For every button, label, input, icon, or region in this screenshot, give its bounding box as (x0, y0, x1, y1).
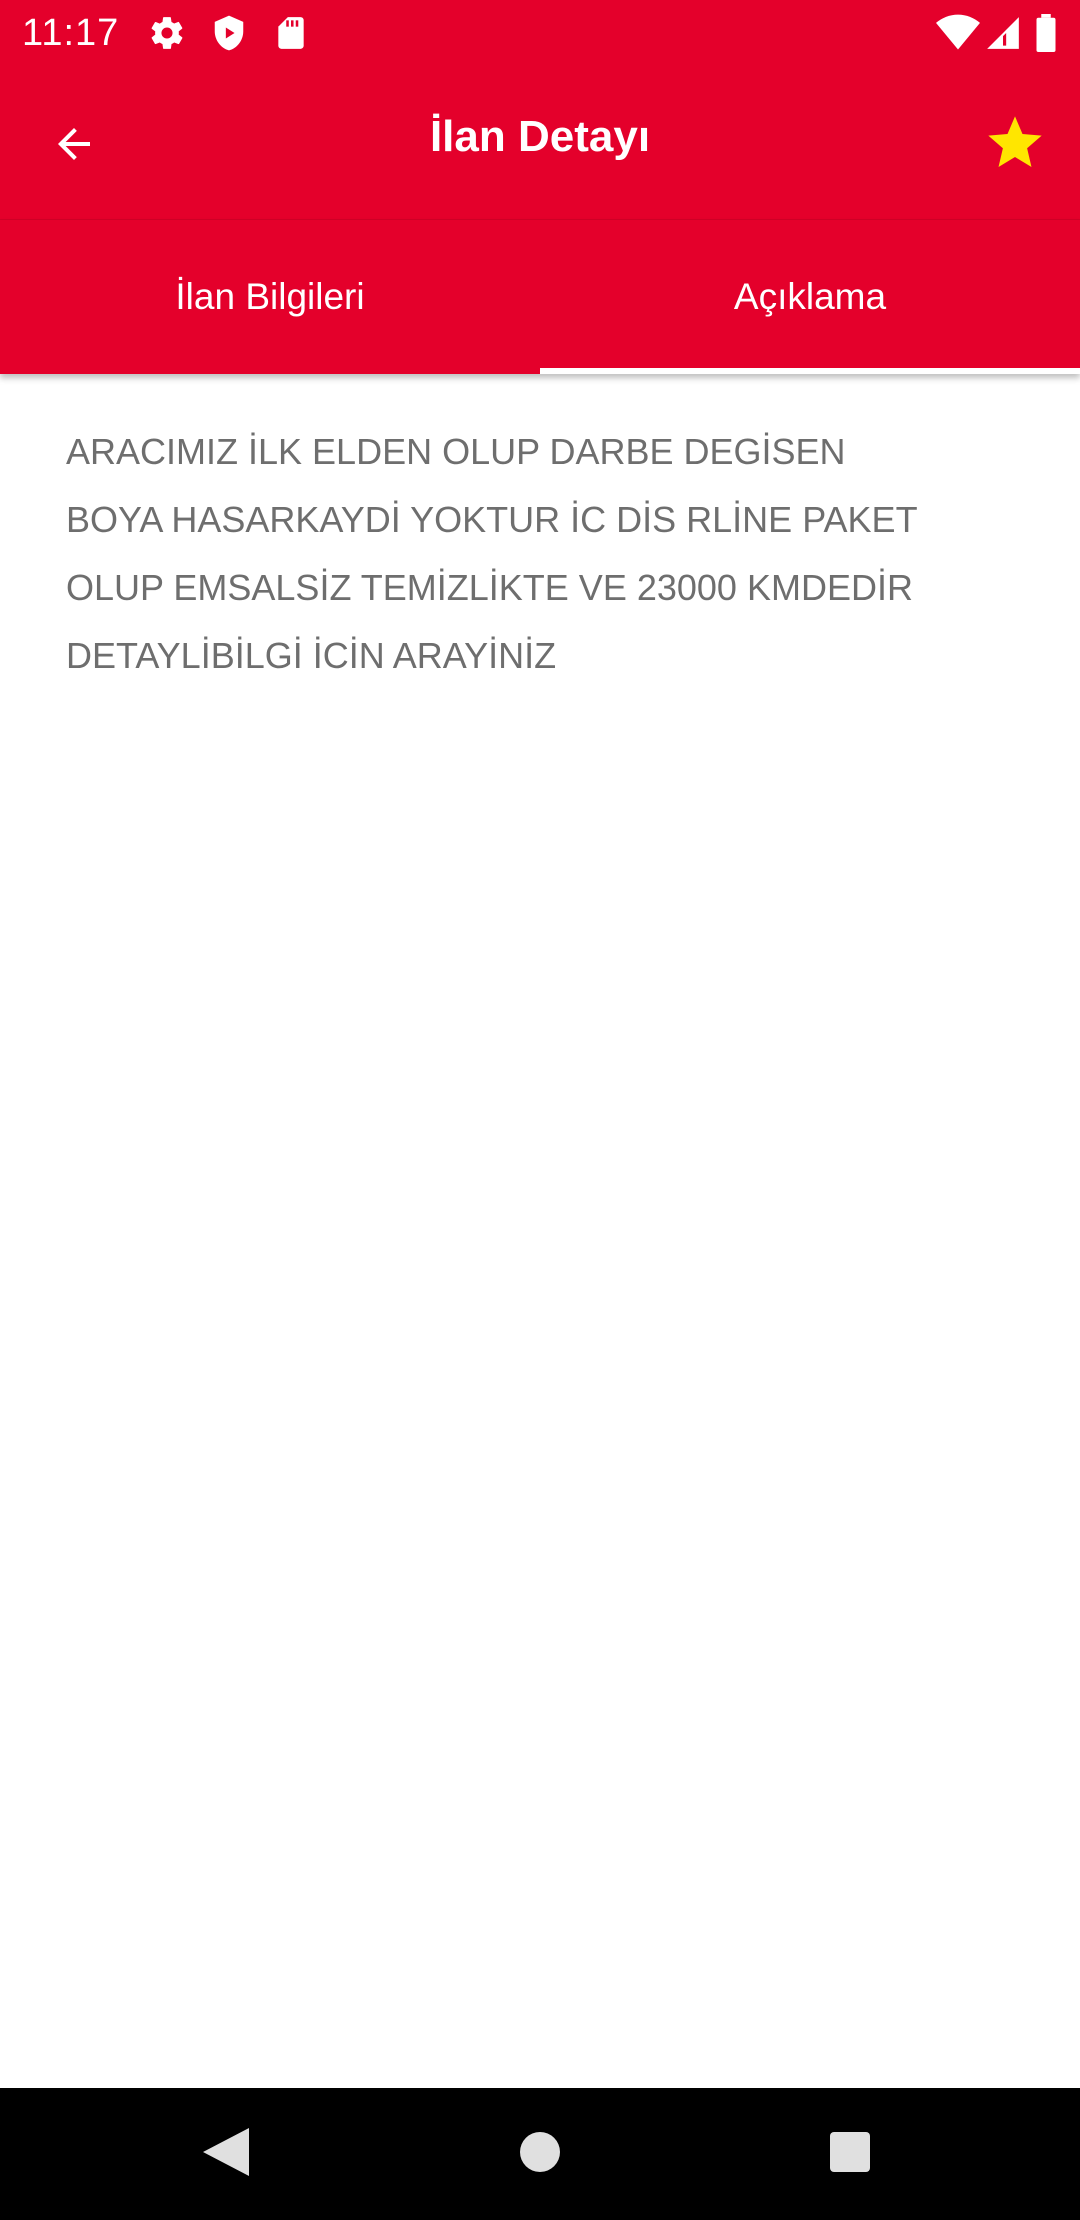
tab-label: İlan Bilgileri (175, 276, 365, 317)
status-bar: 11:17 (0, 0, 1080, 66)
home-circle-icon (519, 2131, 561, 2178)
recents-square-icon (829, 2131, 871, 2178)
app-bar: İlan Detayı (0, 66, 1080, 220)
page-title: İlan Detayı (429, 112, 651, 161)
description-text: ARACIMIZ İLK ELDEN OLUP DARBE DEGİSEN BO… (66, 431, 918, 676)
cellular-signal-icon (984, 14, 1022, 52)
favorite-button[interactable] (978, 108, 1052, 182)
tab-ilan-bilgileri[interactable]: İlan Bilgileri (0, 220, 540, 374)
tab-bar: İlan Bilgileri Açıklama (0, 220, 1080, 374)
selected-tab-indicator (540, 368, 1080, 374)
sd-card-icon (272, 14, 310, 52)
tab-label: Açıklama (733, 276, 887, 317)
navigation-bar (0, 2088, 1080, 2220)
wifi-icon (936, 14, 980, 52)
nav-home-button[interactable] (508, 2122, 572, 2186)
back-triangle-icon (203, 2127, 249, 2181)
star-icon (983, 111, 1047, 180)
gear-icon (148, 14, 186, 52)
nav-back-button[interactable] (194, 2122, 258, 2186)
screen: 11:17 İlan Detayı İlan Bilgileri Açıklam… (0, 0, 1080, 2220)
tab-aciklama[interactable]: Açıklama (540, 220, 1080, 374)
status-time: 11:17 (22, 12, 120, 54)
shield-icon (210, 14, 248, 52)
nav-recents-button[interactable] (818, 2122, 882, 2186)
battery-icon (1034, 14, 1058, 52)
description-section: ARACIMIZ İLK ELDEN OLUP DARBE DEGİSEN BO… (66, 418, 1026, 690)
